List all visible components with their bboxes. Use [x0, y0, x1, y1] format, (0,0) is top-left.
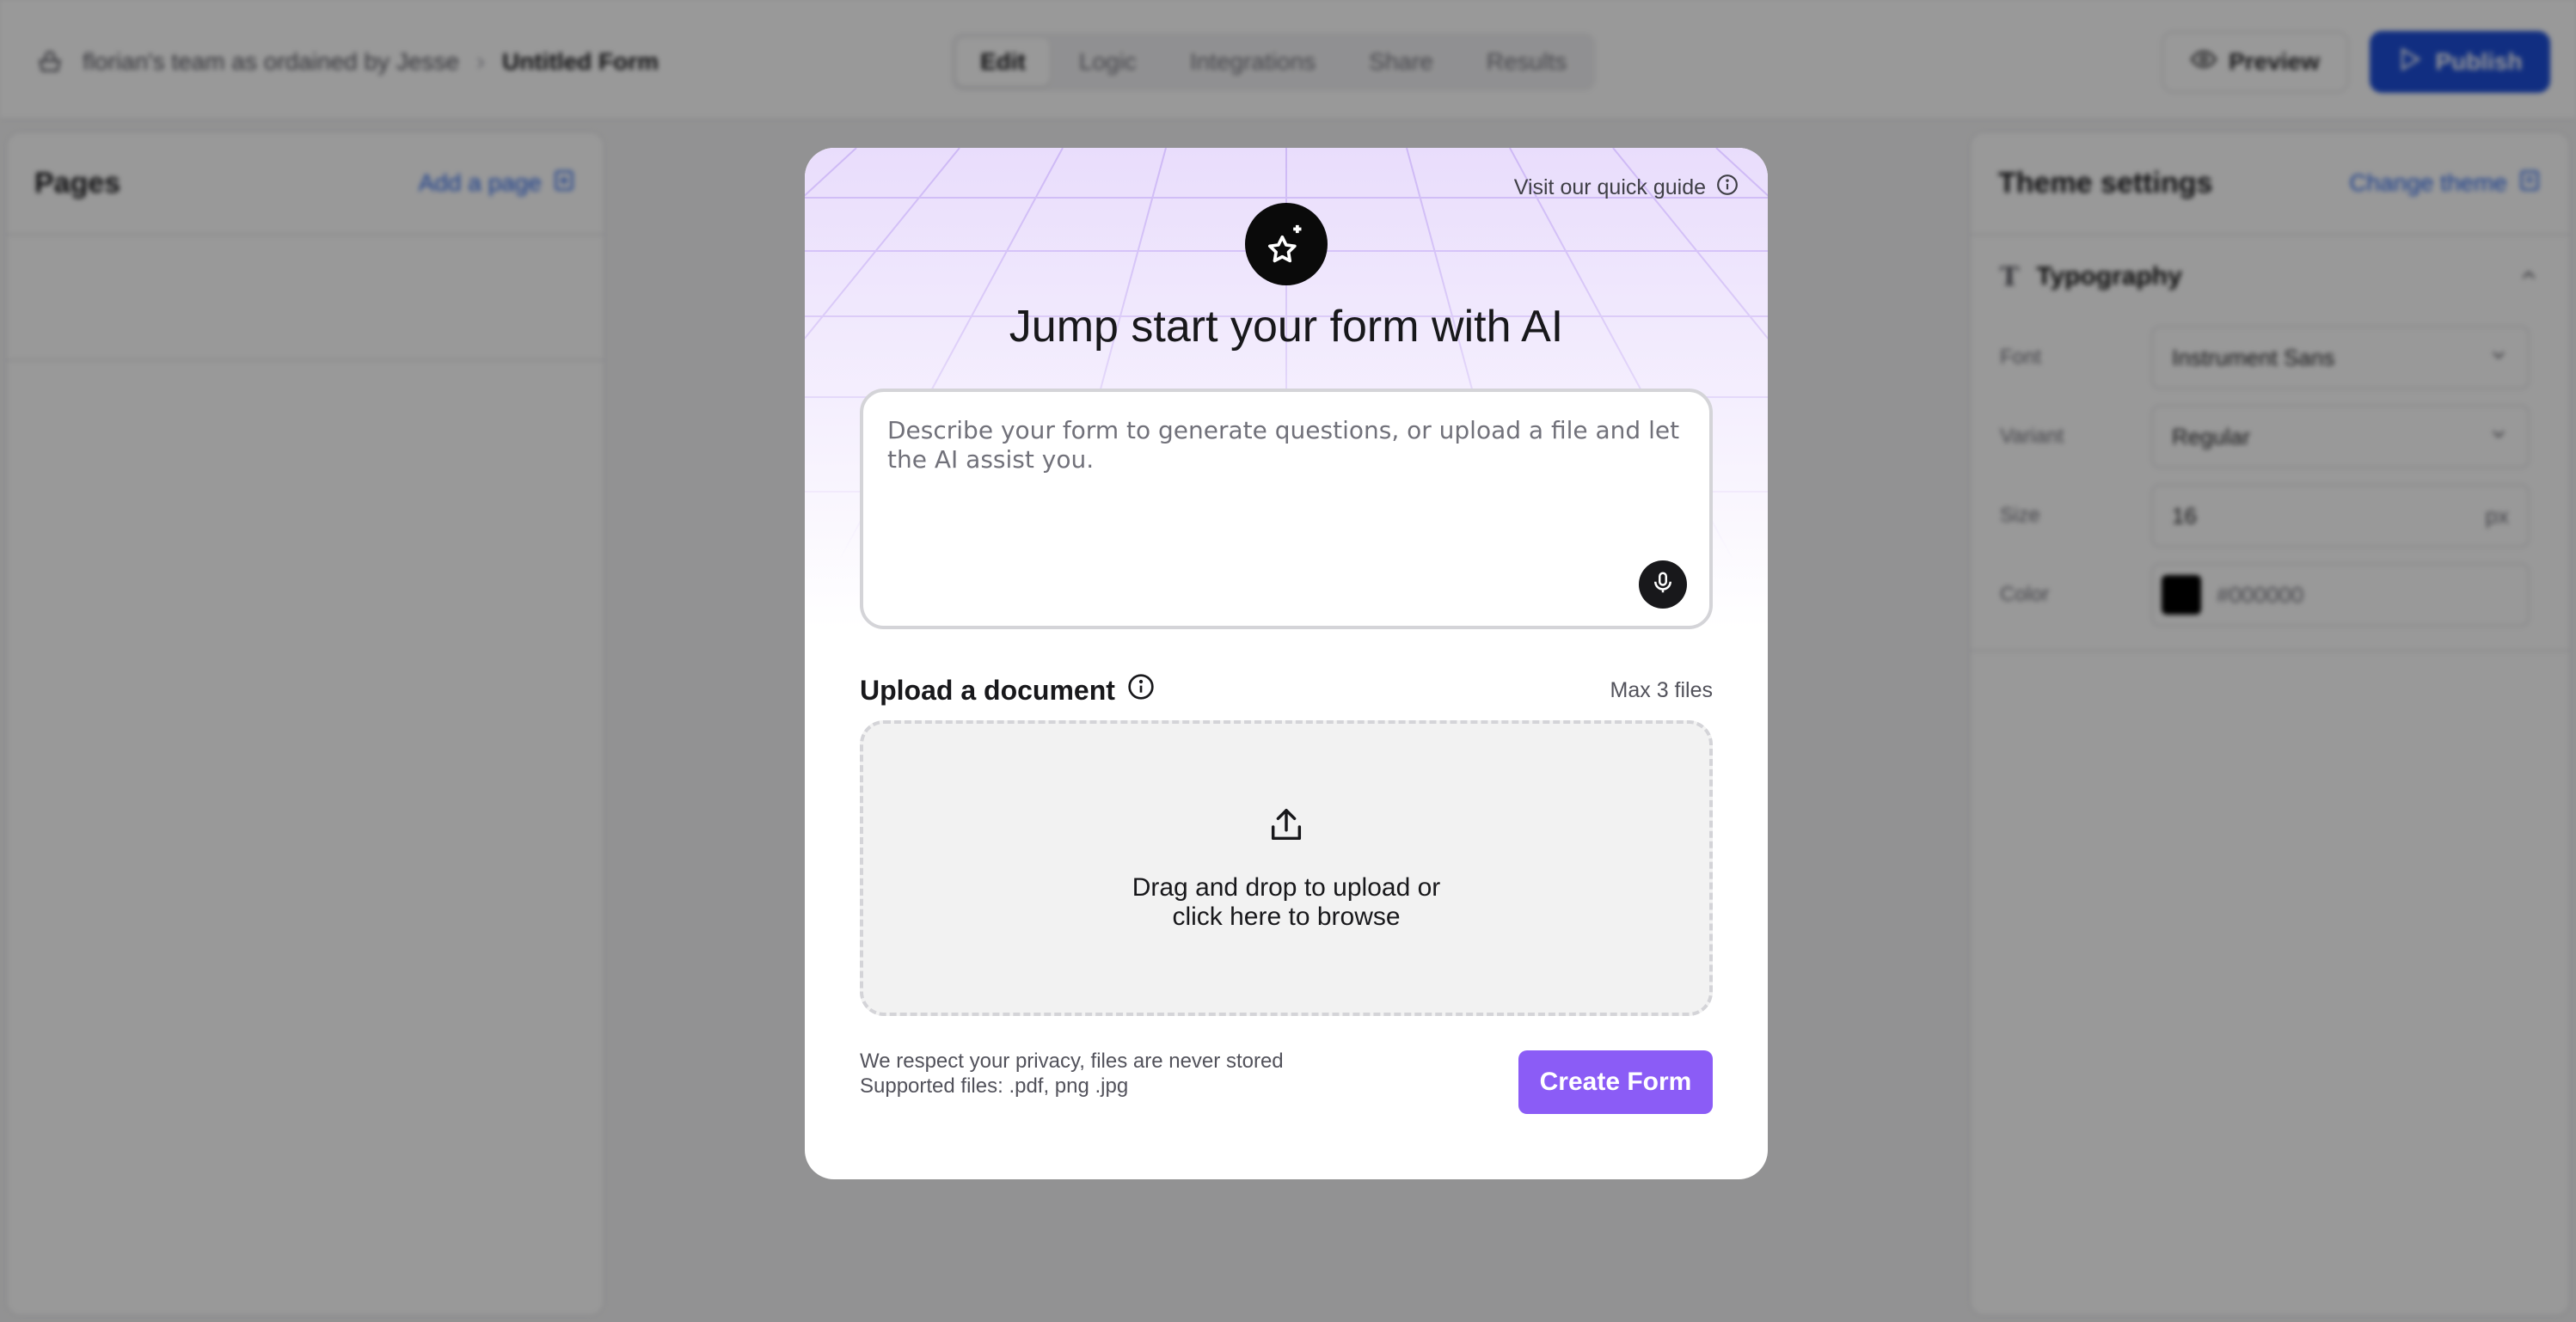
upload-header: Upload a document Max 3 files: [860, 669, 1713, 712]
dropzone-line-2: click here to browse: [1172, 902, 1401, 931]
sparkle-star-icon: [1245, 203, 1328, 285]
upload-title-text: Upload a document: [860, 674, 1115, 706]
prompt-input[interactable]: [887, 416, 1687, 571]
ai-form-modal: Visit our quick guide Jump start your fo…: [805, 148, 1768, 1179]
privacy-note: We respect your privacy, files are never…: [860, 1049, 1284, 1099]
info-icon[interactable]: [1127, 673, 1155, 707]
mic-icon: [1650, 570, 1676, 600]
create-form-button[interactable]: Create Form: [1518, 1050, 1713, 1114]
mic-button[interactable]: [1639, 560, 1687, 609]
quick-guide-label: Visit our quick guide: [1513, 175, 1706, 199]
prompt-box: [860, 389, 1713, 629]
info-icon: [1716, 174, 1739, 202]
supported-files-line: Supported files: .pdf, png .jpg: [860, 1074, 1129, 1098]
quick-guide-link[interactable]: Visit our quick guide: [1514, 174, 1739, 202]
max-files-note: Max 3 files: [1610, 677, 1713, 702]
upload-icon: [1267, 805, 1306, 849]
dropzone-line-1: Drag and drop to upload or: [1132, 872, 1441, 902]
dropzone-text: Drag and drop to upload or click here to…: [1132, 873, 1441, 932]
file-dropzone[interactable]: Drag and drop to upload or click here to…: [860, 720, 1713, 1016]
modal-title: Jump start your form with AI: [1009, 302, 1564, 352]
privacy-line: We respect your privacy, files are never…: [860, 1050, 1284, 1073]
upload-title: Upload a document: [860, 673, 1155, 707]
